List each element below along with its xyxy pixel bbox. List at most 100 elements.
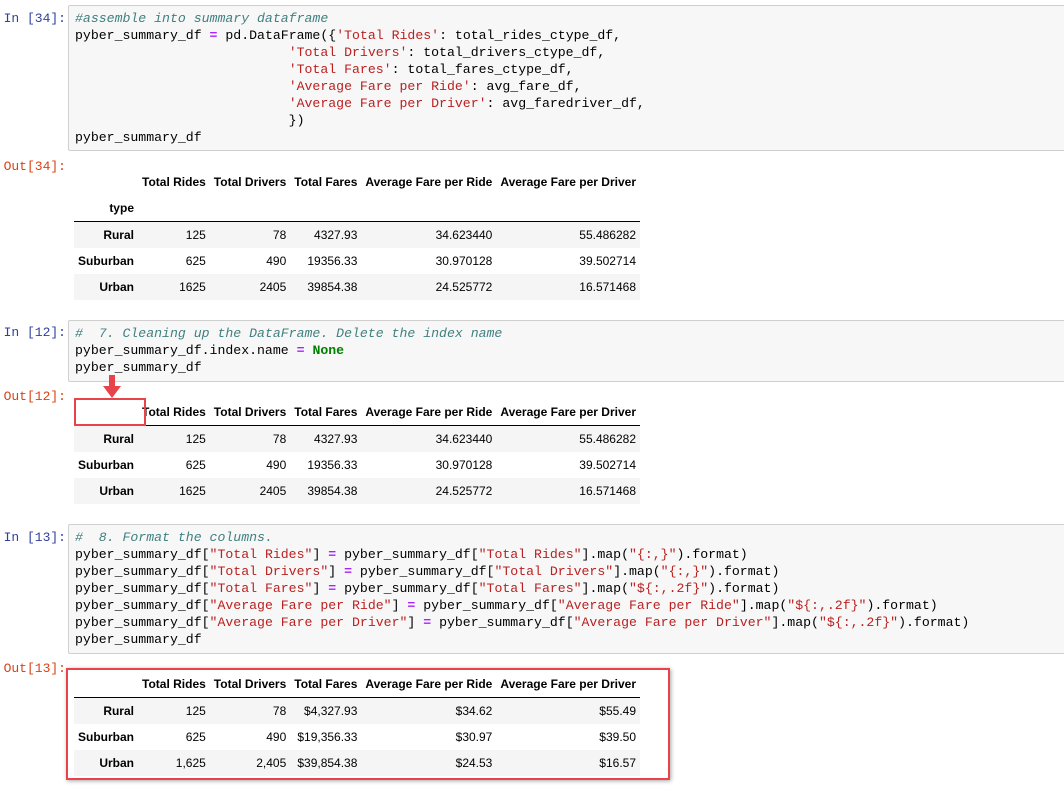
code-token: }): [75, 113, 305, 128]
table-cell: 78: [272, 432, 287, 446]
table-cell: 625: [185, 254, 206, 268]
table-cell: 125: [185, 228, 206, 242]
code-cell-12[interactable]: # 7. Cleaning up the DataFrame. Delete t…: [68, 320, 1064, 382]
table-cell: 16.571468: [579, 280, 636, 294]
table-cell: 34.623440: [435, 228, 493, 242]
column-header: Total Fares: [294, 175, 358, 189]
table-cell: 16.571468: [579, 484, 636, 498]
code-token: "Total Fares": [209, 581, 313, 596]
corner-cell: [74, 169, 138, 195]
dataframe-table-34: Total Rides Total Drivers Total Fares Av…: [74, 169, 640, 300]
code-token: ).format): [866, 598, 938, 613]
code-token: pyber_summary_df[: [352, 564, 495, 579]
code-text: # 7. Cleaning up the DataFrame. Delete t…: [75, 325, 1061, 376]
code-token: ].map(: [771, 615, 819, 630]
code-token: "Total Drivers": [494, 564, 614, 579]
table-cell: 30.970128: [435, 458, 493, 472]
code-token: ).format): [676, 547, 748, 562]
table-row: Urban 1625 2405 39854.38 24.525772 16.57…: [74, 274, 640, 300]
code-token: ).format): [708, 564, 780, 579]
code-token: "Average Fare per Ride": [209, 598, 392, 613]
code-token: pyber_summary_df[: [336, 581, 479, 596]
table-cell: 4327.93: [314, 228, 358, 242]
code-cell-34[interactable]: #assemble into summary dataframe pyber_s…: [68, 5, 1064, 151]
code-text: #assemble into summary dataframe pyber_s…: [75, 10, 1061, 146]
code-token: : total_drivers_ctype_df,: [407, 45, 606, 60]
code-token: "Total Drivers": [209, 564, 329, 579]
code-token: pyber_summary_df: [75, 632, 202, 647]
code-token: pyber_summary_df: [75, 130, 202, 145]
code-token: pyber_summary_df[: [75, 581, 210, 596]
code-token: ]: [312, 581, 329, 596]
column-header: Total Drivers: [213, 175, 287, 189]
column-header: Total Fares: [290, 399, 362, 426]
code-token: pyber_summary_df: [75, 28, 210, 43]
code-token: "Average Fare per Driver": [209, 615, 408, 630]
column-header: Total Drivers: [209, 399, 291, 426]
table-row: Suburban 625 490 19356.33 30.970128 39.5…: [74, 452, 640, 478]
in-prompt-12: In [12]:: [3, 325, 66, 340]
header-row: Total Rides Total Drivers Total Fares Av…: [74, 169, 640, 195]
table-cell: 625: [185, 458, 206, 472]
code-token: pyber_summary_df[: [336, 547, 479, 562]
code-token: ]: [328, 564, 345, 579]
code-token: # 8. Format the columns.: [75, 530, 273, 545]
out-prompt-13: Out[13]:: [3, 661, 66, 676]
row-index: Rural: [103, 432, 134, 446]
table-cell: 39.502714: [579, 458, 636, 472]
in-prompt-34: In [34]:: [3, 11, 66, 26]
table-cell: 2405: [259, 280, 287, 294]
code-token: ].map(: [581, 547, 630, 562]
column-header: Average Fare per Driver: [500, 175, 636, 189]
code-token: pyber_summary_df[: [75, 564, 210, 579]
code-token: "${:,.2f}": [629, 581, 709, 596]
code-token: pyber_summary_df.index.name: [75, 343, 297, 358]
code-token: ].map(: [581, 581, 630, 596]
table-cell: 1625: [179, 280, 206, 294]
code-cell-13[interactable]: # 8. Format the columns. pyber_summary_d…: [68, 524, 1064, 654]
code-token: "Total Rides": [209, 547, 313, 562]
row-index: Urban: [99, 484, 134, 498]
table-cell: 39854.38: [307, 280, 358, 294]
table-cell: 2405: [259, 484, 287, 498]
code-token: : avg_fare_df,: [470, 79, 582, 94]
code-text: # 8. Format the columns. pyber_summary_d…: [75, 529, 1061, 648]
table-cell: 39854.38: [307, 484, 358, 498]
code-token: 'Average Fare per Ride': [288, 79, 471, 94]
code-token: : total_fares_ctype_df,: [391, 62, 574, 77]
code-token: ).format): [708, 581, 780, 596]
code-token: "{:,}": [629, 547, 677, 562]
annotation-arrow-icon: [103, 375, 121, 398]
annotation-highlight-box: [74, 398, 146, 426]
code-token: =: [296, 343, 305, 358]
code-token: ]: [312, 547, 329, 562]
table-cell: 78: [272, 228, 287, 242]
code-token: ]: [391, 598, 408, 613]
table-cell: 490: [266, 254, 287, 268]
header-row: Total Rides Total Drivers Total Fares Av…: [74, 399, 640, 426]
code-token: ].map(: [613, 564, 661, 579]
code-token: 'Total Rides': [336, 28, 440, 43]
table-cell: 4327.93: [314, 432, 358, 446]
code-token: pyber_summary_df[: [75, 615, 210, 630]
code-token: ).format): [898, 615, 970, 630]
code-token: pyber_summary_df[: [431, 615, 574, 630]
code-token: pd.DataFrame({: [217, 28, 337, 43]
code-token: 'Average Fare per Driver': [288, 96, 487, 111]
table-cell: 1625: [179, 484, 206, 498]
table-cell: 24.525772: [435, 484, 493, 498]
code-token: : total_rides_ctype_df,: [439, 28, 622, 43]
code-token: ].map(: [739, 598, 788, 613]
code-token: pyber_summary_df: [75, 360, 202, 375]
code-token: pyber_summary_df[: [75, 547, 210, 562]
code-token: pyber_summary_df[: [415, 598, 558, 613]
code-token: ]: [407, 615, 424, 630]
table-cell: 30.970128: [435, 254, 493, 268]
row-index: Urban: [99, 280, 134, 294]
table-row: Urban 1625 2405 39854.38 24.525772 16.57…: [74, 478, 640, 504]
row-index: Suburban: [78, 254, 134, 268]
